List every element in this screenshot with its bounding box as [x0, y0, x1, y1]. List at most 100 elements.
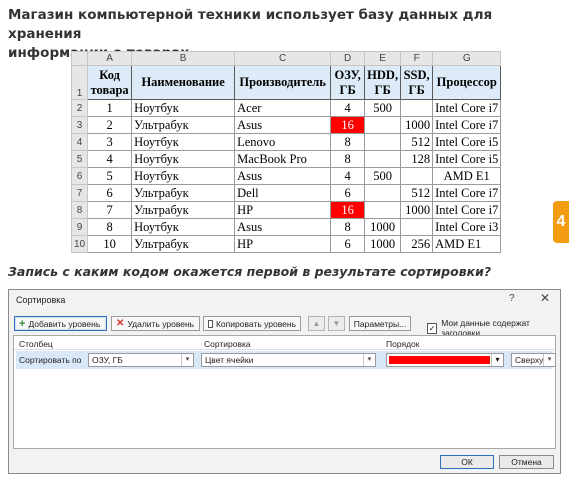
header-code[interactable]: Код товара: [87, 65, 133, 100]
cell-ssd[interactable]: [400, 99, 434, 117]
header-ram[interactable]: ОЗУ, ГБ: [330, 65, 366, 100]
cell-ssd[interactable]: 128: [400, 150, 434, 168]
sort-on-select[interactable]: Цвет ячейки ▾: [201, 353, 376, 367]
side-tab[interactable]: 4: [553, 201, 569, 243]
cell-name[interactable]: Ультрабук: [131, 116, 236, 134]
cell-ram[interactable]: 8: [330, 150, 366, 168]
column-header-c[interactable]: C: [234, 51, 332, 66]
cell-ssd[interactable]: 1000: [400, 116, 434, 134]
cell-code[interactable]: 3: [87, 133, 133, 151]
cell-code[interactable]: 6: [87, 184, 133, 202]
cell-cpu[interactable]: AMD E1: [432, 167, 502, 185]
help-button[interactable]: ?: [509, 293, 515, 304]
cell-code[interactable]: 5: [87, 167, 133, 185]
cell-name[interactable]: Ультрабук: [131, 184, 236, 202]
cell-name[interactable]: Ноутбук: [131, 133, 236, 151]
cell-ssd[interactable]: 256: [400, 235, 434, 253]
cell-name[interactable]: Ноутбук: [131, 167, 236, 185]
cell-cpu[interactable]: Intel Core i7: [432, 116, 502, 134]
row-header[interactable]: 3: [70, 116, 89, 134]
row-header[interactable]: 6: [70, 167, 89, 185]
cell-cpu[interactable]: Intel Core i7: [432, 184, 502, 202]
add-level-button[interactable]: + Добавить уровень: [14, 316, 107, 331]
cell-maker[interactable]: HP: [234, 201, 332, 219]
cell-code[interactable]: 1: [87, 99, 133, 117]
cancel-button[interactable]: Отмена: [499, 455, 554, 469]
row-header[interactable]: 9: [70, 218, 89, 236]
header-name[interactable]: Наименование: [131, 65, 236, 100]
cell-cpu[interactable]: Intel Core i7: [432, 99, 502, 117]
header-cpu[interactable]: Процессор: [432, 65, 502, 100]
copy-level-button[interactable]: Копировать уровень: [203, 316, 301, 331]
cell-cpu[interactable]: Intel Core i7: [432, 201, 502, 219]
row-header[interactable]: 10: [70, 235, 89, 253]
cell-ram[interactable]: 16: [330, 201, 366, 219]
options-button[interactable]: Параметры...: [349, 316, 411, 331]
header-maker[interactable]: Производитель: [234, 65, 332, 100]
cell-ssd[interactable]: 1000: [400, 201, 434, 219]
cell-maker[interactable]: Asus: [234, 218, 332, 236]
cell-hdd[interactable]: [364, 150, 402, 168]
delete-level-button[interactable]: ✕ Удалить уровень: [111, 316, 200, 331]
cell-maker[interactable]: Asus: [234, 116, 332, 134]
column-select[interactable]: ОЗУ, ГБ ▾: [88, 353, 194, 367]
cell-hdd[interactable]: 500: [364, 99, 402, 117]
cell-cpu[interactable]: AMD E1: [432, 235, 502, 253]
close-button[interactable]: ✕: [540, 291, 550, 305]
cell-name[interactable]: Ноутбук: [131, 218, 236, 236]
cell-hdd[interactable]: [364, 116, 402, 134]
cell-cpu[interactable]: Intel Core i5: [432, 150, 502, 168]
cell-maker[interactable]: Dell: [234, 184, 332, 202]
cell-hdd[interactable]: 500: [364, 167, 402, 185]
cell-ram[interactable]: 4: [330, 167, 366, 185]
column-header-d[interactable]: D: [330, 51, 366, 66]
header-ssd[interactable]: SSD, ГБ: [400, 65, 434, 100]
cell-name[interactable]: Ультрабук: [131, 201, 236, 219]
cell-maker[interactable]: MacBook Pro: [234, 150, 332, 168]
column-header-e[interactable]: E: [364, 51, 402, 66]
cell-hdd[interactable]: 1000: [364, 235, 402, 253]
cell-maker[interactable]: Asus: [234, 167, 332, 185]
cell-code[interactable]: 2: [87, 116, 133, 134]
cell-maker[interactable]: Acer: [234, 99, 332, 117]
column-header-a[interactable]: A: [87, 51, 133, 66]
cell-ram[interactable]: 16: [330, 116, 366, 134]
move-up-button[interactable]: ▲: [308, 316, 325, 331]
cell-cpu[interactable]: Intel Core i5: [432, 133, 502, 151]
cell-code[interactable]: 7: [87, 201, 133, 219]
cell-maker[interactable]: HP: [234, 235, 332, 253]
cell-ram[interactable]: 4: [330, 99, 366, 117]
cell-ssd[interactable]: [400, 218, 434, 236]
column-header-f[interactable]: F: [400, 51, 434, 66]
row-header[interactable]: 7: [70, 184, 89, 202]
ok-button[interactable]: ОК: [440, 455, 494, 469]
cell-maker[interactable]: Lenovo: [234, 133, 332, 151]
row-header[interactable]: 8: [70, 201, 89, 219]
cell-hdd[interactable]: [364, 133, 402, 151]
cell-hdd[interactable]: 1000: [364, 218, 402, 236]
row-header[interactable]: 2: [70, 99, 89, 117]
column-header-g[interactable]: G: [432, 51, 502, 66]
row-header[interactable]: 4: [70, 133, 89, 151]
cell-code[interactable]: 4: [87, 150, 133, 168]
cell-ssd[interactable]: [400, 167, 434, 185]
header-hdd[interactable]: HDD, ГБ: [364, 65, 402, 100]
cell-hdd[interactable]: [364, 201, 402, 219]
cell-cpu[interactable]: Intel Core i3: [432, 218, 502, 236]
cell-name[interactable]: Ультрабук: [131, 235, 236, 253]
cell-ram[interactable]: 6: [330, 235, 366, 253]
cell-ram[interactable]: 6: [330, 184, 366, 202]
cell-name[interactable]: Ноутбук: [131, 99, 236, 117]
cell-ram[interactable]: 8: [330, 218, 366, 236]
cell-ram[interactable]: 8: [330, 133, 366, 151]
row-header[interactable]: 5: [70, 150, 89, 168]
cell-ssd[interactable]: 512: [400, 133, 434, 151]
cell-hdd[interactable]: [364, 184, 402, 202]
column-header-b[interactable]: B: [131, 51, 236, 66]
move-down-button[interactable]: ▼: [328, 316, 345, 331]
cell-name[interactable]: Ноутбук: [131, 150, 236, 168]
cell-code[interactable]: 8: [87, 218, 133, 236]
order-color-select[interactable]: ▾: [386, 353, 504, 367]
select-all-corner[interactable]: [70, 51, 89, 66]
position-select[interactable]: Сверху ▾: [511, 353, 556, 367]
